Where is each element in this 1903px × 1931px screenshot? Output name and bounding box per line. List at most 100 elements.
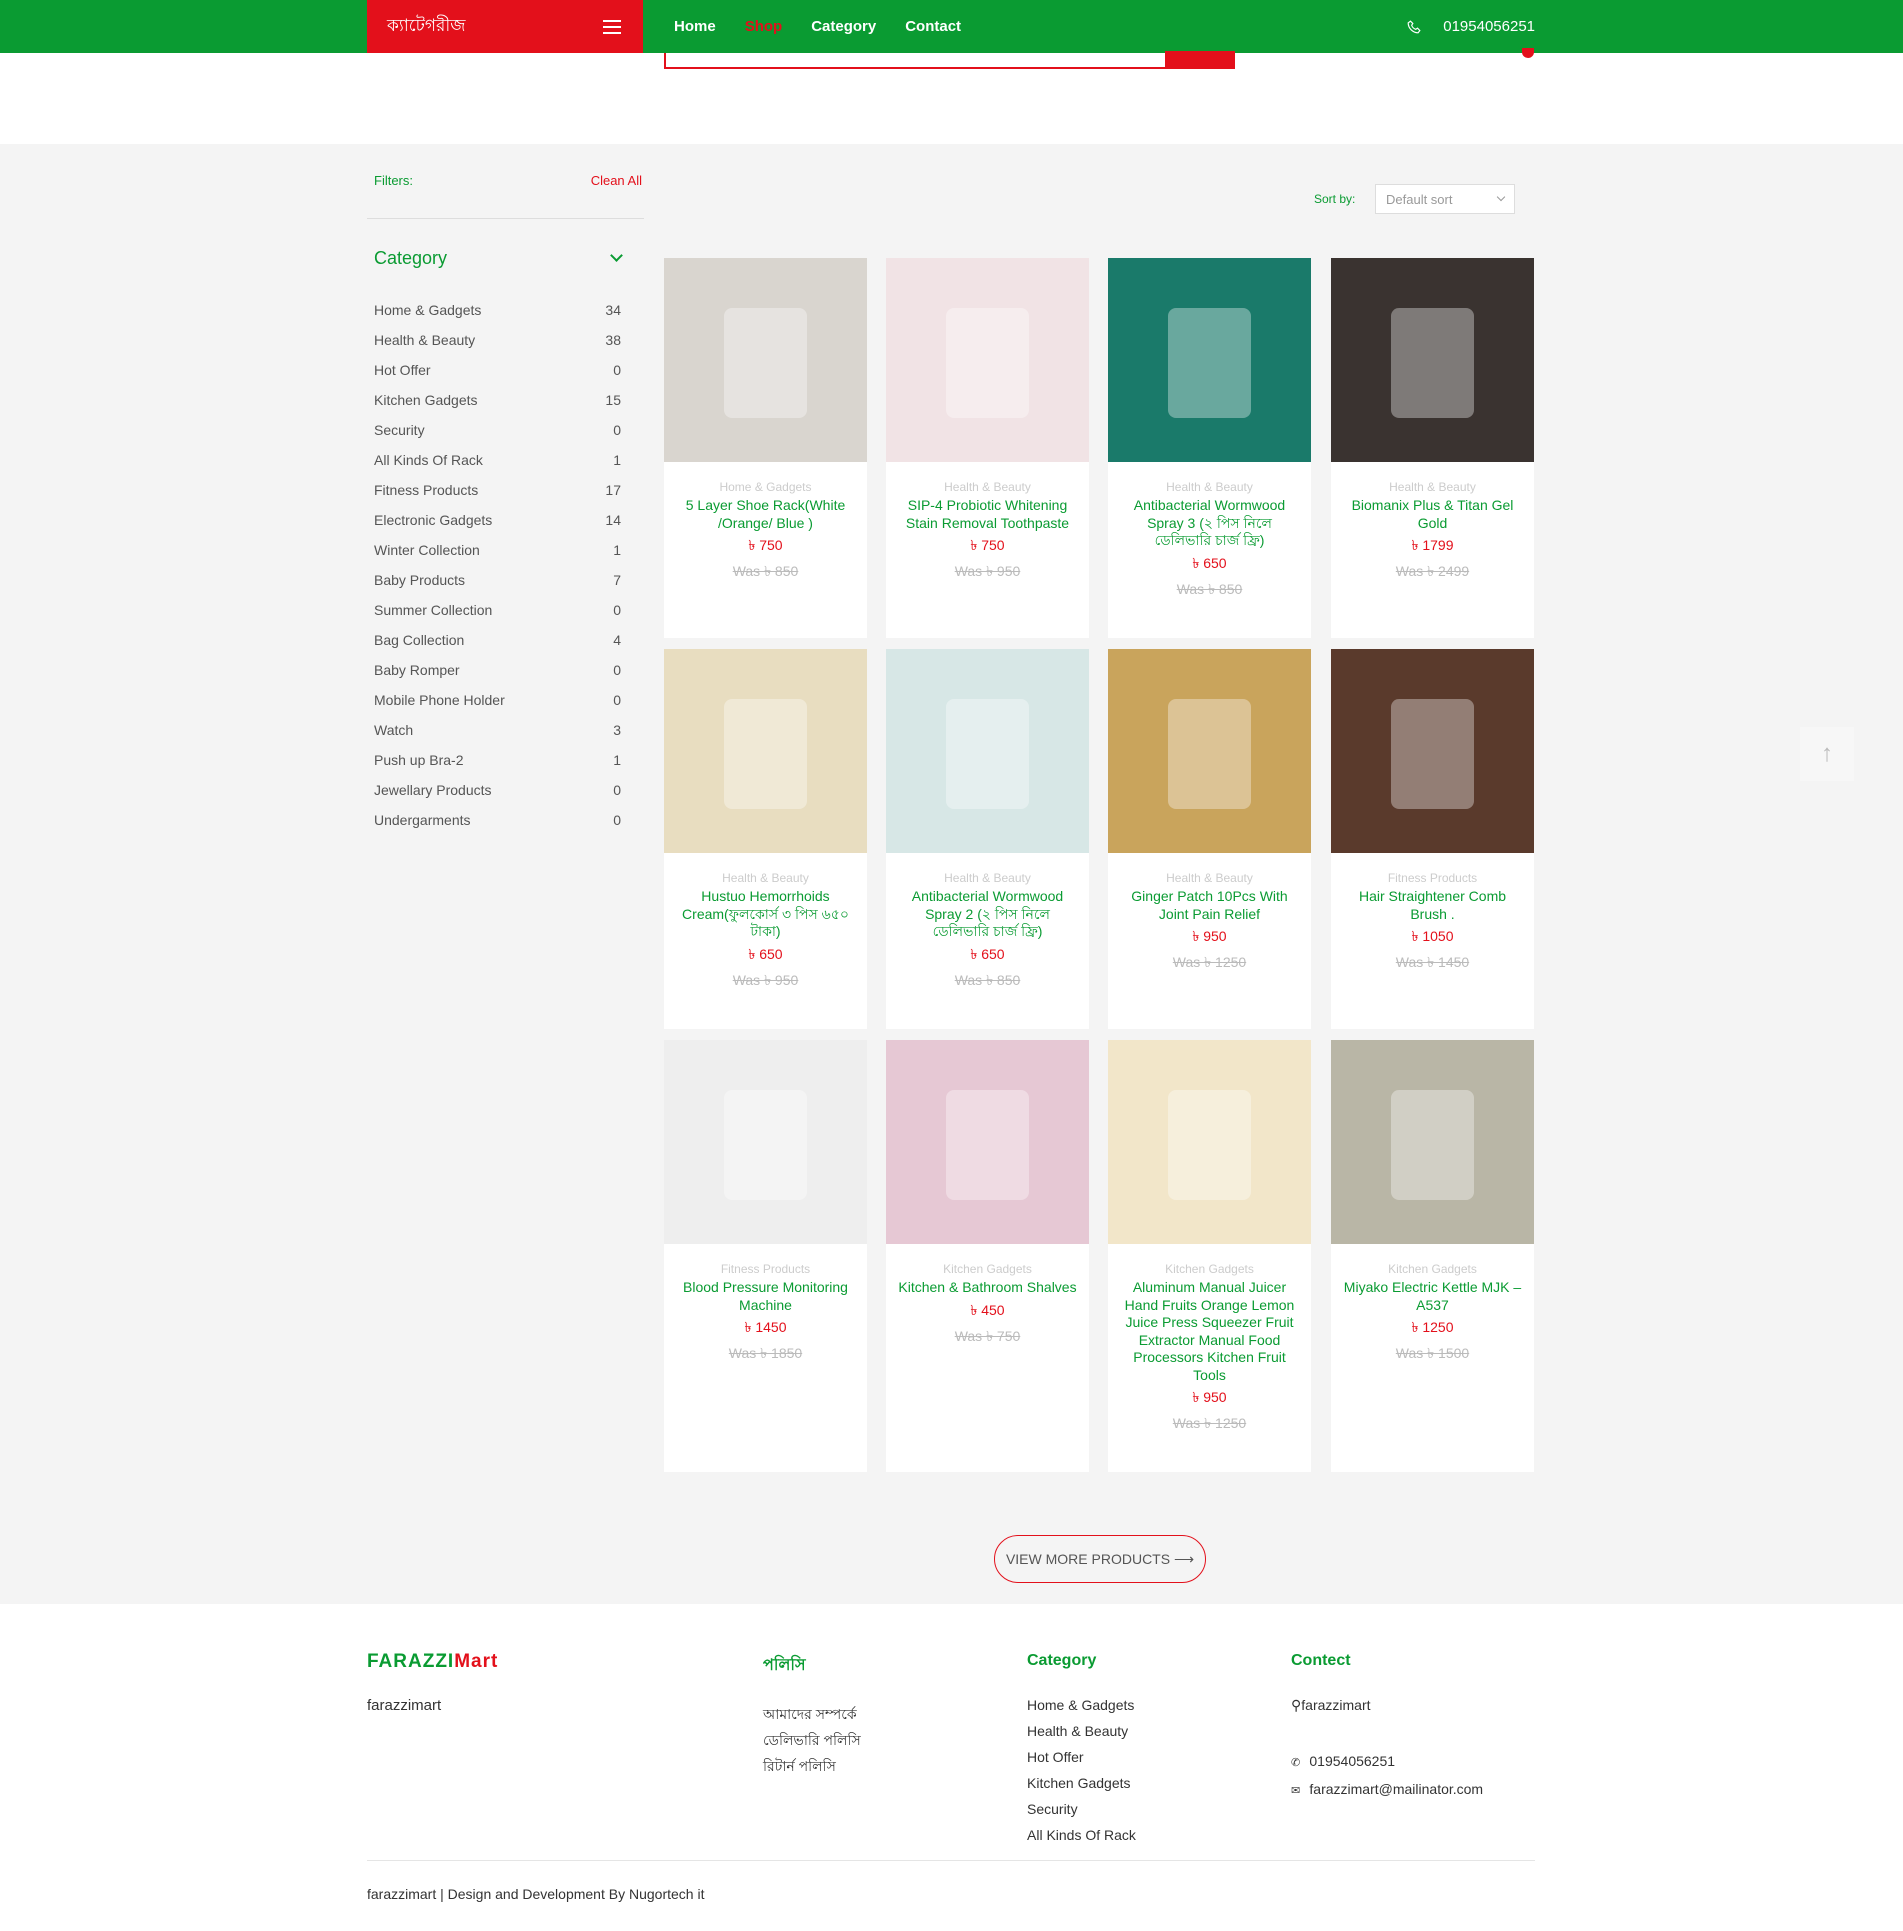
header-phone[interactable]: 01954056251 [1407,0,1535,53]
category-filter-name: Undergarments [374,812,471,828]
category-filter-item[interactable]: Fitness Products 17 [374,478,621,508]
product-old-price: Was ৳ 750 [954,1327,1021,1344]
cart-icon[interactable] [1514,48,1534,58]
footer-policy-link[interactable]: ডেলিভারি পলিসি [763,1727,861,1753]
nav-home[interactable]: Home [674,18,716,35]
product-image[interactable] [1108,1040,1311,1244]
category-filter-item[interactable]: All Kinds Of Rack 1 [374,448,621,478]
footer-category-link[interactable]: Home & Gadgets [1027,1692,1136,1718]
scroll-to-top-button[interactable]: ↑ [1800,727,1854,781]
product-card[interactable]: Health & Beauty Antibacterial Wormwood S… [886,649,1089,1029]
category-filter-count: 34 [605,302,621,318]
category-filter-item[interactable]: Kitchen Gadgets 15 [374,388,621,418]
product-card[interactable]: Kitchen Gadgets Miyako Electric Kettle M… [1331,1040,1534,1472]
product-card[interactable]: Kitchen Gadgets Aluminum Manual Juicer H… [1108,1040,1311,1472]
product-image[interactable] [1331,649,1534,853]
product-image[interactable] [664,1040,867,1244]
search-button[interactable] [1165,51,1235,69]
footer [0,1604,1903,1931]
category-filter-item[interactable]: Undergarments 0 [374,808,621,838]
category-filter-item[interactable]: Security 0 [374,418,621,448]
product-image[interactable] [886,1040,1089,1244]
footer-category-link[interactable]: Security [1027,1796,1136,1822]
product-image[interactable] [886,258,1089,462]
product-card[interactable]: Fitness Products Blood Pressure Monitori… [664,1040,867,1472]
product-title[interactable]: Aluminum Manual Juicer Hand Fruits Orang… [1108,1277,1311,1384]
category-filter-item[interactable]: Baby Romper 0 [374,658,621,688]
sort-select-value: Default sort [1386,192,1453,207]
product-image[interactable] [1108,258,1311,462]
product-title[interactable]: Miyako Electric Kettle MJK – A537 [1331,1277,1534,1314]
product-price: ৳ 950 [1192,1389,1227,1405]
nav-category[interactable]: Category [811,18,876,35]
product-category: Health & Beauty [944,480,1031,494]
product-title[interactable]: Antibacterial Wormwood Spray 2 (২ পিস নি… [886,886,1089,941]
footer-category-link[interactable]: All Kinds Of Rack [1027,1822,1136,1848]
category-filter-item[interactable]: Bag Collection 4 [374,628,621,658]
product-title[interactable]: Blood Pressure Monitoring Machine [664,1277,867,1314]
footer-phone[interactable]: ✆ 01954056251 [1291,1748,1483,1776]
location-pin-icon: ⚲ [1291,1697,1302,1713]
category-filter-name: Hot Offer [374,362,431,378]
hamburger-icon [603,19,621,34]
product-title[interactable]: Hair Straightener Comb Brush . [1331,886,1534,923]
category-filter-name: Baby Products [374,572,466,588]
product-image[interactable] [1331,258,1534,462]
category-filter-item[interactable]: Hot Offer 0 [374,358,621,388]
product-title[interactable]: Ginger Patch 10Pcs With Joint Pain Relie… [1108,886,1311,923]
product-title[interactable]: Antibacterial Wormwood Spray 3 (২ পিস নি… [1108,495,1311,550]
product-card[interactable]: Health & Beauty SIP-4 Probiotic Whitenin… [886,258,1089,638]
product-image[interactable] [1331,1040,1534,1244]
product-title[interactable]: Biomanix Plus & Titan Gel Gold [1331,495,1534,532]
category-filter-item[interactable]: Health & Beauty 38 [374,328,621,358]
footer-policy-column: পলিসি আমাদের সম্পর্কে ডেলিভারি পলিসি রিট… [763,1652,861,1779]
product-card[interactable]: Health & Beauty Ginger Patch 10Pcs With … [1108,649,1311,1029]
product-old-price: Was ৳ 2499 [1395,563,1470,579]
product-title[interactable]: 5 Layer Shoe Rack(White /Orange/ Blue ) [664,495,867,532]
product-image[interactable] [886,649,1089,853]
footer-policy-link[interactable]: আমাদের সম্পর্কে [763,1701,861,1727]
product-card[interactable]: Health & Beauty Biomanix Plus & Titan Ge… [1331,258,1534,638]
category-filter-item[interactable]: Electronic Gadgets 14 [374,508,621,538]
product-title[interactable]: Kitchen & Bathroom Shalves [886,1277,1089,1297]
category-filter-item[interactable]: Winter Collection 1 [374,538,621,568]
category-filter-count: 0 [613,782,621,798]
product-image[interactable] [664,649,867,853]
footer-policy-link[interactable]: রিটার্ন পলিসি [763,1753,861,1779]
product-card[interactable]: Fitness Products Hair Straightener Comb … [1331,649,1534,1029]
footer-category-link[interactable]: Hot Offer [1027,1744,1136,1770]
category-filter-count: 7 [613,572,621,588]
product-title[interactable]: Hustuo Hemorrhoids Cream(ফুলকোর্স ৩ পিস … [664,886,867,941]
product-card[interactable]: Health & Beauty Hustuo Hemorrhoids Cream… [664,649,867,1029]
search-bar[interactable] [664,51,1235,69]
category-filter-item[interactable]: Summer Collection 0 [374,598,621,628]
product-card[interactable]: Health & Beauty Antibacterial Wormwood S… [1108,258,1311,638]
sort-select[interactable]: Default sort [1375,184,1515,214]
category-filter-count: 1 [613,752,621,768]
category-filter-item[interactable]: Home & Gadgets 34 [374,298,621,328]
nav-contact[interactable]: Contact [905,18,961,35]
product-old-price: Was ৳ 950 [954,563,1021,579]
footer-divider [367,1860,1535,1861]
footer-category-link[interactable]: Kitchen Gadgets [1027,1770,1136,1796]
footer-email[interactable]: ✉ farazzimart@mailinator.com [1291,1776,1483,1804]
category-filter-header[interactable]: Category [374,248,623,269]
product-card[interactable]: Home & Gadgets 5 Layer Shoe Rack(White /… [664,258,867,638]
category-filter-item[interactable]: Mobile Phone Holder 0 [374,688,621,718]
category-filter-item[interactable]: Jewellary Products 0 [374,778,621,808]
footer-category-link[interactable]: Health & Beauty [1027,1718,1136,1744]
footer-logo[interactable]: FARAZZIMart [367,1651,498,1673]
category-filter-item[interactable]: Baby Products 7 [374,568,621,598]
category-filter-count: 1 [613,452,621,468]
category-filter-count: 14 [605,512,621,528]
view-more-button[interactable]: VIEW MORE PRODUCTS ⟶ [994,1535,1206,1583]
category-filter-item[interactable]: Push up Bra-2 1 [374,748,621,778]
category-filter-item[interactable]: Watch 3 [374,718,621,748]
product-card[interactable]: Kitchen Gadgets Kitchen & Bathroom Shalv… [886,1040,1089,1472]
clear-all-link[interactable]: Clean All [591,173,642,188]
category-menu-button[interactable]: ক্যাটেগরীজ [367,0,643,53]
nav-shop[interactable]: Shop [745,18,783,35]
product-image[interactable] [664,258,867,462]
product-title[interactable]: SIP-4 Probiotic Whitening Stain Removal … [886,495,1089,532]
product-image[interactable] [1108,649,1311,853]
